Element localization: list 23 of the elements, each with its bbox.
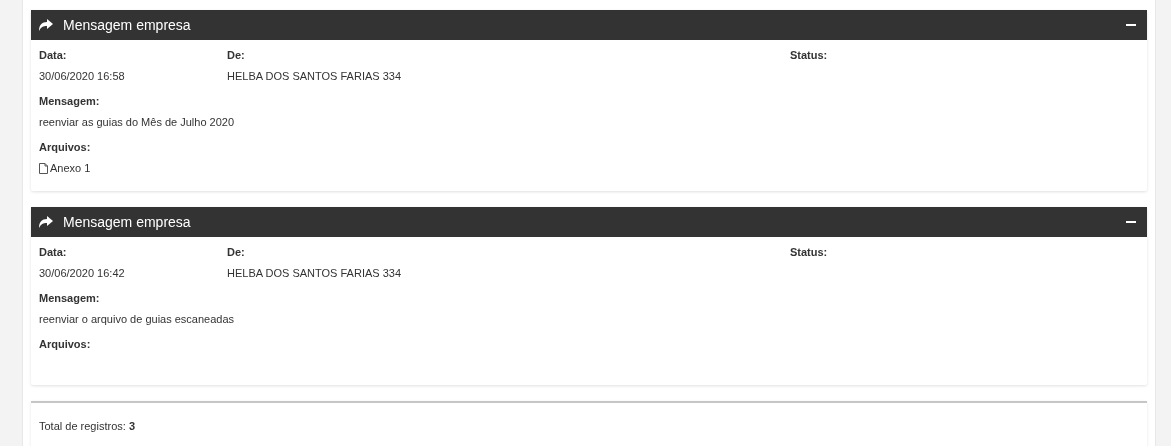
field-label: Data:	[39, 245, 67, 258]
field-value: HELBA DOS SANTOS FARIAS 334	[227, 70, 403, 82]
field-label: De:	[227, 245, 245, 258]
file-icon	[39, 162, 48, 174]
field-label: Arquivos:	[39, 337, 91, 350]
field-value: 30/06/2020 16:42	[39, 266, 126, 279]
field-label: De:	[227, 49, 245, 61]
field-value: HELBA DOS SANTOS FARIAS 334	[227, 266, 403, 279]
field-label: Data:	[39, 49, 67, 61]
share-arrow-icon	[39, 215, 53, 228]
attachment-link[interactable]: Anexo 1	[39, 162, 91, 174]
field-label: Mensagem:	[39, 95, 100, 107]
field-value: 30/06/2020 16:58	[39, 70, 126, 82]
field-label: Mensagem:	[39, 291, 100, 304]
total-count: Total de registros: 3	[39, 419, 135, 432]
message-text: reenviar as guias do Mês de Julho 2020	[39, 116, 236, 128]
field-label: Arquivos:	[39, 141, 91, 153]
field-label: Status:	[790, 49, 828, 61]
card-title: Mensagem empresa	[63, 17, 192, 33]
message-text: reenviar o arquivo de guias escaneadas	[39, 312, 236, 325]
share-arrow-icon	[39, 19, 53, 31]
field-label: Status:	[790, 245, 828, 258]
card-title: Mensagem empresa	[63, 213, 192, 230]
